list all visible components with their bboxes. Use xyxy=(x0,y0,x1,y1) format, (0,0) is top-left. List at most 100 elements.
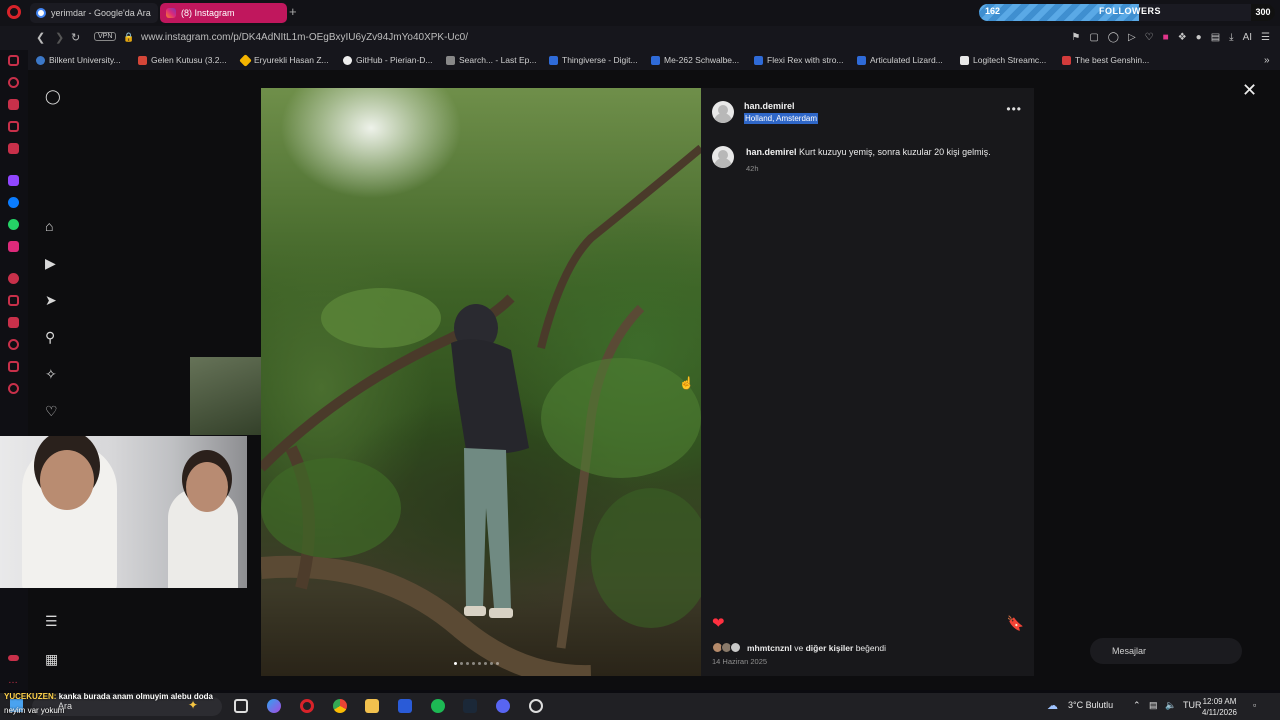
tab-instagram[interactable]: (8) Instagram xyxy=(160,3,287,23)
gx-icon[interactable] xyxy=(8,655,19,661)
pin-icon[interactable]: ⚑ xyxy=(1071,32,1080,43)
carousel-dot[interactable] xyxy=(472,662,475,665)
steam-icon[interactable] xyxy=(463,699,477,713)
explore-icon[interactable]: ✧ xyxy=(45,366,57,383)
bookmark-item[interactable]: Bilkent University... xyxy=(36,55,121,65)
home-icon[interactable]: ⌂ xyxy=(45,218,53,234)
tab-google-search[interactable]: yerimdar - Google'da Ara xyxy=(30,3,158,23)
search-icon[interactable]: ⚲ xyxy=(45,329,55,346)
opera-logo-icon[interactable] xyxy=(7,5,21,19)
weather-text[interactable]: 3°C Bulutlu xyxy=(1068,700,1113,710)
bookmark-item[interactable]: Me-262 Schwalbe... xyxy=(651,55,739,65)
twitch-icon[interactable] xyxy=(8,175,19,186)
opera-taskbar-icon[interactable] xyxy=(300,699,314,713)
spotify-icon[interactable] xyxy=(431,699,445,713)
bookmark-item[interactable]: Eryurekli Hasan Z... xyxy=(239,53,329,67)
profile-icon[interactable]: ● xyxy=(1196,32,1202,43)
apps-icon[interactable]: ▦ xyxy=(45,651,58,668)
bookmark-item[interactable]: GitHub - Pierian-D... xyxy=(343,55,433,65)
save-bookmark-icon[interactable]: 🔖 xyxy=(1007,615,1024,632)
discord-icon[interactable] xyxy=(496,699,510,713)
bookmarks-overflow-icon[interactable]: » xyxy=(1264,55,1270,66)
reload-icon[interactable]: ↻ xyxy=(71,31,80,44)
pinboard-icon[interactable] xyxy=(8,295,19,306)
post-location[interactable]: Holland, Amsterdam xyxy=(744,113,819,124)
carousel-dot[interactable] xyxy=(454,662,457,665)
notification-icon[interactable]: ▫ xyxy=(1253,700,1256,710)
menu-icon[interactable]: ☰ xyxy=(1261,32,1270,43)
bookmark-item[interactable]: Articulated Lizard... xyxy=(857,55,943,65)
tray-expand-icon[interactable]: ⌃ xyxy=(1133,700,1141,711)
carousel-dot[interactable] xyxy=(490,662,493,665)
author-avatar[interactable] xyxy=(712,101,734,123)
mail-icon[interactable] xyxy=(8,143,19,154)
carousel-dot[interactable] xyxy=(466,662,469,665)
favorite-heart-icon[interactable]: ♡ xyxy=(1145,32,1154,43)
system-clock[interactable]: 12:09 AM 4/11/2026 xyxy=(1202,696,1237,718)
carousel-dot[interactable] xyxy=(460,662,463,665)
back-icon[interactable]: ❮ xyxy=(36,31,45,44)
caption-avatar[interactable] xyxy=(712,146,734,168)
task-view-icon[interactable] xyxy=(234,699,248,713)
copilot-icon[interactable] xyxy=(267,699,281,713)
bookmark-item[interactable]: Logitech Streamc... xyxy=(960,55,1046,65)
speed-dial-icon[interactable] xyxy=(8,55,19,66)
clock-icon[interactable] xyxy=(8,339,19,350)
music-icon[interactable] xyxy=(8,273,19,284)
instagram-icon[interactable]: ◯ xyxy=(45,88,61,105)
caption-username[interactable]: han.demirel xyxy=(746,147,797,157)
instagram-sidebar-icon[interactable] xyxy=(8,241,19,252)
menu-icon[interactable]: ☰ xyxy=(45,613,58,630)
more-horizontal-icon[interactable]: ••• xyxy=(1006,102,1022,116)
network-icon[interactable]: ▤ xyxy=(1149,700,1158,711)
play-icon[interactable]: ▷ xyxy=(1128,32,1136,43)
shopping-icon[interactable] xyxy=(8,99,19,110)
background-post-thumbnail xyxy=(190,357,261,435)
messenger-icon[interactable] xyxy=(8,197,19,208)
wallet-icon[interactable]: ▤ xyxy=(1211,32,1220,43)
liker-username[interactable]: mhmtcnznl xyxy=(747,643,792,653)
wallet-sidebar-icon[interactable] xyxy=(8,317,19,328)
bookmark-item[interactable]: The best Genshin... xyxy=(1062,55,1149,65)
reels-icon[interactable]: ▶ xyxy=(45,255,56,272)
chrome-icon[interactable] xyxy=(333,699,347,713)
download-icon[interactable]: ⤓ xyxy=(1229,32,1233,43)
settings-icon[interactable] xyxy=(8,383,19,394)
new-tab-plus-icon[interactable]: + xyxy=(289,4,297,19)
author-username[interactable]: han.demirel xyxy=(744,101,795,111)
forward-icon[interactable]: ❯ xyxy=(55,31,64,44)
puzzle-icon[interactable]: ❖ xyxy=(1178,32,1187,43)
close-icon[interactable]: ✕ xyxy=(1242,80,1257,101)
volume-icon[interactable]: 🔈 xyxy=(1165,700,1176,711)
history-icon[interactable] xyxy=(8,77,19,88)
obs-icon[interactable] xyxy=(529,699,543,713)
carousel-dot[interactable] xyxy=(478,662,481,665)
carousel-dot[interactable] xyxy=(496,662,499,665)
lock-icon[interactable]: 🔒 xyxy=(123,32,134,43)
notifications-heart-icon[interactable]: ♡ xyxy=(45,403,58,420)
likes-summary[interactable]: mhmtcnznl ve diğer kişiler beğendi xyxy=(712,642,886,653)
whatsapp-icon[interactable] xyxy=(8,219,19,230)
bookmark-item[interactable]: Gelen Kutusu (3.2... xyxy=(138,55,227,65)
shield-icon[interactable]: ◯ xyxy=(1108,32,1119,43)
snapshot-icon[interactable]: ▢ xyxy=(1089,32,1098,43)
url-field[interactable]: www.instagram.com/p/DK4AdNItL1m-OEgBxyIU… xyxy=(141,32,468,43)
sidebar-more-icon[interactable]: … xyxy=(8,675,19,686)
like-heart-icon[interactable]: ❤ xyxy=(712,614,725,632)
file-explorer-icon[interactable] xyxy=(365,699,379,713)
carousel-dot[interactable] xyxy=(484,662,487,665)
app-icon[interactable] xyxy=(398,699,412,713)
bookmark-item[interactable]: Thingiverse - Digit... xyxy=(549,55,638,65)
send-icon[interactable]: ➤ xyxy=(45,292,57,309)
extensions-sidebar-icon[interactable] xyxy=(8,361,19,372)
aria-ai-button[interactable]: AI xyxy=(1243,32,1252,43)
notes-icon[interactable] xyxy=(8,121,19,132)
other-likers-link[interactable]: diğer kişiler xyxy=(806,643,854,653)
vpn-badge[interactable]: VPN xyxy=(94,32,117,41)
bookmark-item[interactable]: Search... - Last Ep... xyxy=(446,55,536,65)
messages-button[interactable]: Mesajlar xyxy=(1090,638,1242,664)
post-image[interactable] xyxy=(261,88,701,676)
bookmark-item[interactable]: Flexi Rex with stro... xyxy=(754,55,844,65)
extension-icon[interactable]: ■ xyxy=(1163,32,1169,43)
language-indicator[interactable]: TUR xyxy=(1183,700,1202,710)
